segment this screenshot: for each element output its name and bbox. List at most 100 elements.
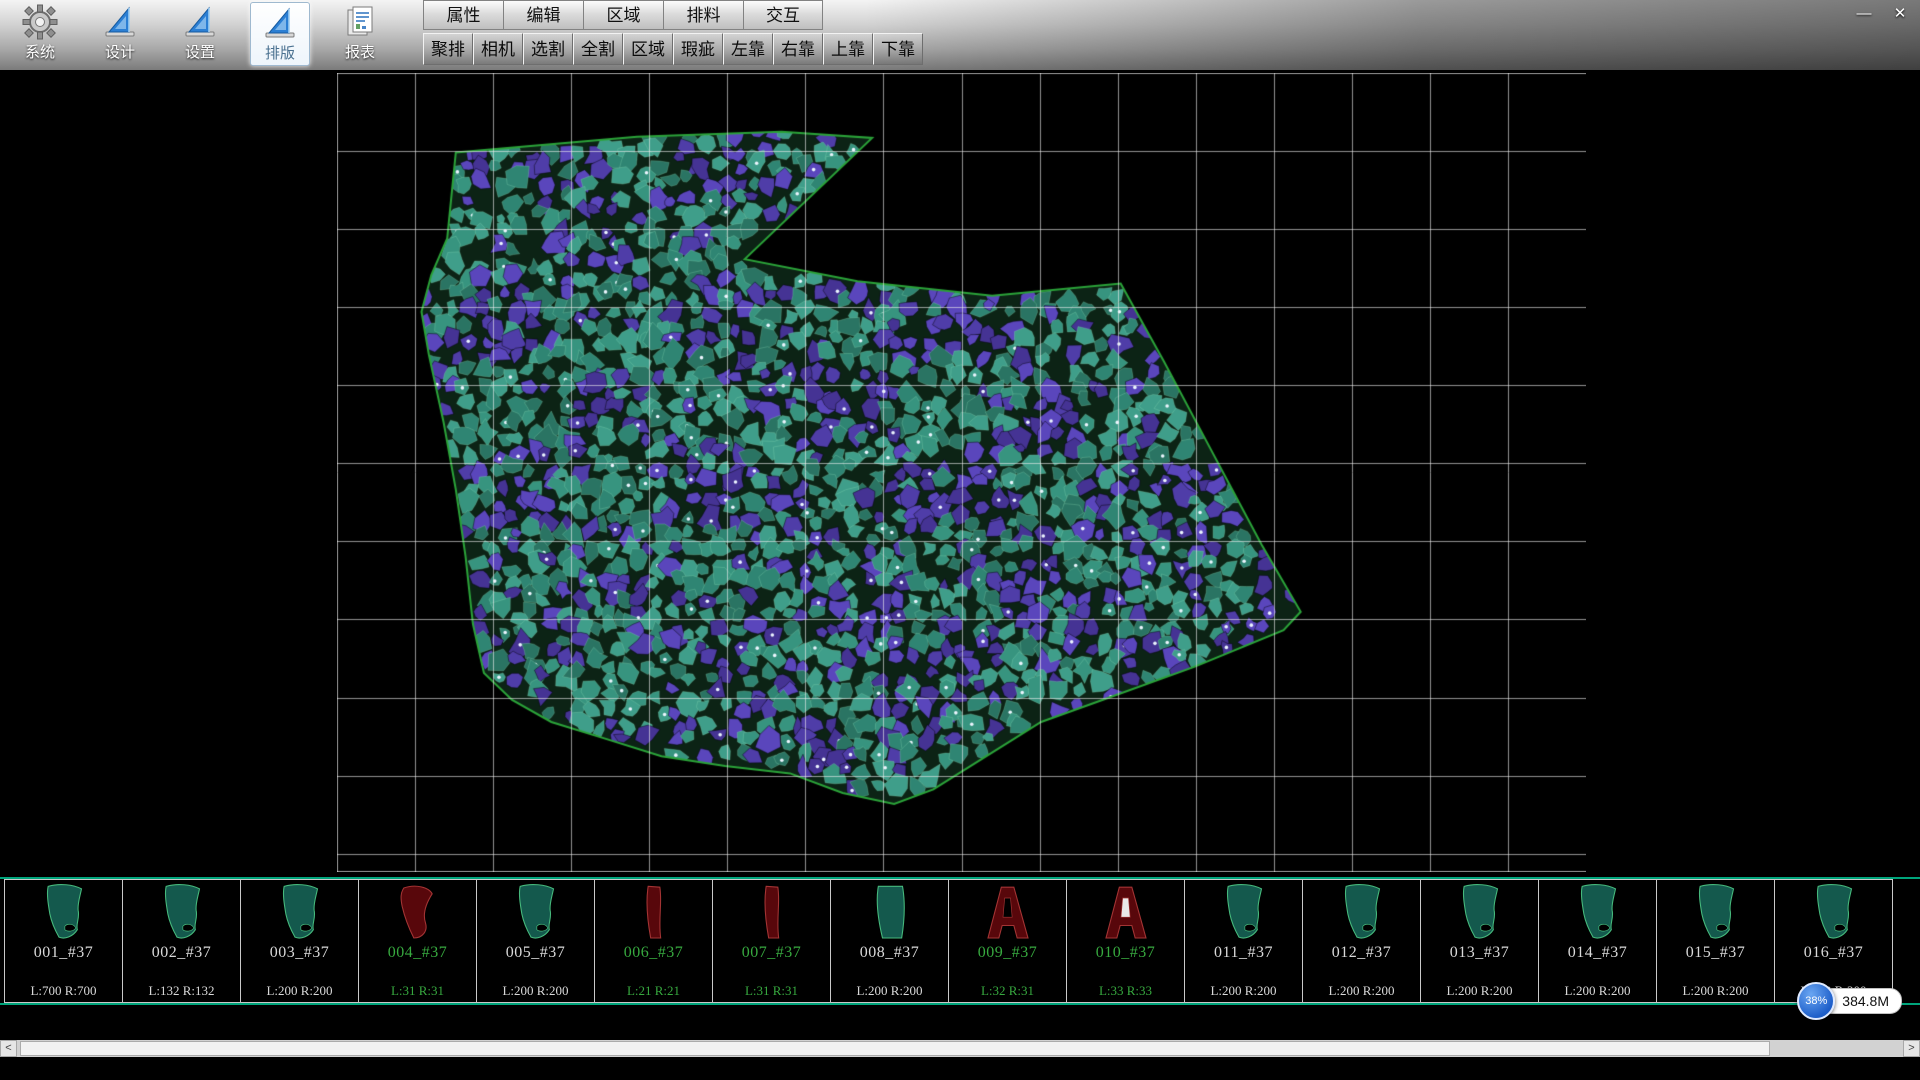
- piece-shape: [623, 883, 685, 943]
- pieces-strip: 001_#37 L:700 R:700 002_#37 L:132 R:132 003_…: [0, 877, 1920, 1005]
- piece-id: 010_#37: [1096, 944, 1156, 962]
- piece-id: 016_#37: [1804, 944, 1864, 962]
- tool-snap-bottom[interactable]: 下靠: [873, 33, 923, 65]
- menu-tab-row: 属性编辑区域排料交互: [423, 0, 923, 30]
- scroll-left-button[interactable]: <: [0, 1040, 17, 1057]
- piece-shape: [1685, 883, 1747, 943]
- piece-shape: [741, 883, 803, 943]
- close-button[interactable]: ✕: [1890, 5, 1910, 23]
- piece-shape: [1213, 883, 1275, 943]
- piece-thumbnail-015_#37[interactable]: 015_#37 L:200 R:200: [1656, 879, 1775, 1003]
- scrollbar-track[interactable]: [17, 1040, 1903, 1057]
- piece-thumbnail-013_#37[interactable]: 013_#37 L:200 R:200: [1420, 879, 1539, 1003]
- piece-id: 014_#37: [1568, 944, 1628, 962]
- scroll-right-button[interactable]: >: [1903, 1040, 1920, 1057]
- app-launcher: 系统 设计 设置 排版报表: [10, 2, 410, 66]
- tool-defect[interactable]: 瑕疵: [673, 33, 723, 65]
- minimize-button[interactable]: —: [1854, 5, 1874, 23]
- piece-lr: L:31 R:31: [391, 983, 444, 999]
- piece-thumbnail-005_#37[interactable]: 005_#37 L:200 R:200: [476, 879, 595, 1003]
- app-tab-settings[interactable]: 设置: [170, 2, 230, 66]
- piece-id: 007_#37: [742, 944, 802, 962]
- piece-shape: [269, 883, 331, 943]
- piece-shape: [977, 883, 1039, 943]
- piece-thumbnail-002_#37[interactable]: 002_#37 L:132 R:132: [122, 879, 241, 1003]
- piece-shape: [1331, 883, 1393, 943]
- app-tab-layout[interactable]: 排版: [250, 2, 310, 66]
- piece-id: 008_#37: [860, 944, 920, 962]
- piece-thumbnail-008_#37[interactable]: 008_#37 L:200 R:200: [830, 879, 949, 1003]
- piece-thumbnail-006_#37[interactable]: 006_#37L:21 R:21: [594, 879, 713, 1003]
- sail-icon: [182, 4, 218, 40]
- menu-tab-interact[interactable]: 交互: [743, 0, 823, 30]
- gear-icon: [22, 4, 58, 40]
- sail-icon: [262, 5, 298, 41]
- menu-tab-region[interactable]: 区域: [583, 0, 663, 30]
- app-tab-label: 报表: [345, 41, 375, 62]
- piece-lr: L:132 R:132: [148, 983, 214, 999]
- menu-tab-nest[interactable]: 排料: [663, 0, 743, 30]
- piece-lr: L:200 R:200: [1682, 983, 1748, 999]
- piece-id: 005_#37: [506, 944, 566, 962]
- piece-id: 009_#37: [978, 944, 1038, 962]
- piece-id: 011_#37: [1214, 944, 1273, 962]
- piece-id: 004_#37: [388, 944, 448, 962]
- piece-thumbnail-003_#37[interactable]: 003_#37 L:200 R:200: [240, 879, 359, 1003]
- piece-lr: L:200 R:200: [1446, 983, 1512, 999]
- scrollbar-thumb[interactable]: [20, 1041, 1770, 1056]
- piece-thumbnail-012_#37[interactable]: 012_#37L:200 R:200: [1302, 879, 1421, 1003]
- piece-thumbnail-004_#37[interactable]: 004_#37 L:31 R:31: [358, 879, 477, 1003]
- menu-tab-edit[interactable]: 编辑: [503, 0, 583, 30]
- app-tab-label: 系统: [25, 41, 55, 62]
- piece-thumbnail-009_#37[interactable]: 009_#37 L:32 R:31: [948, 879, 1067, 1003]
- tool-row: 聚排相机选割全割区域瑕疵左靠右靠上靠下靠: [423, 33, 923, 65]
- tool-cluster-nest[interactable]: 聚排: [423, 33, 473, 65]
- menu-tab-properties[interactable]: 属性: [423, 0, 503, 30]
- piece-thumbnail-011_#37[interactable]: 011_#37 L:200 R:200: [1184, 879, 1303, 1003]
- tool-snap-left[interactable]: 左靠: [723, 33, 773, 65]
- app-tab-design[interactable]: 设计: [90, 2, 150, 66]
- piece-lr: L:200 R:200: [1210, 983, 1276, 999]
- piece-lr: L:33 R:33: [1099, 983, 1152, 999]
- nesting-canvas[interactable]: [337, 73, 1586, 872]
- piece-lr: L:200 R:200: [266, 983, 332, 999]
- progress-indicator: 38%: [1797, 982, 1835, 1020]
- piece-id: 002_#37: [152, 944, 212, 962]
- piece-shape: [387, 883, 449, 943]
- status-badge: 38% 384.8M: [1797, 982, 1902, 1020]
- horizontal-scrollbar: < >: [0, 1040, 1920, 1057]
- workspace: [0, 70, 1920, 877]
- app-tab-system[interactable]: 系统: [10, 2, 70, 66]
- piece-shape: [505, 883, 567, 943]
- app-tab-label: 设置: [185, 41, 215, 62]
- piece-lr: L:200 R:200: [856, 983, 922, 999]
- tool-camera[interactable]: 相机: [473, 33, 523, 65]
- sail-icon: [102, 4, 138, 40]
- piece-lr: L:32 R:31: [981, 983, 1034, 999]
- app-tab-report[interactable]: 报表: [330, 2, 390, 66]
- report-icon: [342, 4, 378, 40]
- piece-shape: [1095, 883, 1157, 943]
- piece-shape: [151, 883, 213, 943]
- piece-thumbnail-010_#37[interactable]: 010_#37 L:33 R:33: [1066, 879, 1185, 1003]
- tool-zone[interactable]: 区域: [623, 33, 673, 65]
- tool-cut-all[interactable]: 全割: [573, 33, 623, 65]
- piece-id: 015_#37: [1686, 944, 1746, 962]
- piece-id: 013_#37: [1450, 944, 1510, 962]
- piece-thumbnail-001_#37[interactable]: 001_#37 L:700 R:700: [4, 879, 123, 1003]
- piece-lr: L:200 R:200: [502, 983, 568, 999]
- piece-id: 006_#37: [624, 944, 684, 962]
- piece-id: 001_#37: [34, 944, 94, 962]
- tool-snap-top[interactable]: 上靠: [823, 33, 873, 65]
- tool-snap-right[interactable]: 右靠: [773, 33, 823, 65]
- piece-lr: L:700 R:700: [30, 983, 96, 999]
- app-tab-label: 设计: [105, 41, 135, 62]
- piece-id: 003_#37: [270, 944, 330, 962]
- tool-cut-select[interactable]: 选割: [523, 33, 573, 65]
- piece-thumbnail-014_#37[interactable]: 014_#37L:200 R:200: [1538, 879, 1657, 1003]
- piece-shape: [1803, 883, 1865, 943]
- ribbon: 系统设计设置排版报表 属性编辑区域排料交互 聚排相机选割全割区域瑕疵左靠右靠上靠…: [0, 0, 1920, 70]
- window-controls: — ✕: [1854, 5, 1910, 23]
- piece-thumbnail-007_#37[interactable]: 007_#37L:31 R:31: [712, 879, 831, 1003]
- menu-area: 属性编辑区域排料交互 聚排相机选割全割区域瑕疵左靠右靠上靠下靠: [423, 0, 923, 65]
